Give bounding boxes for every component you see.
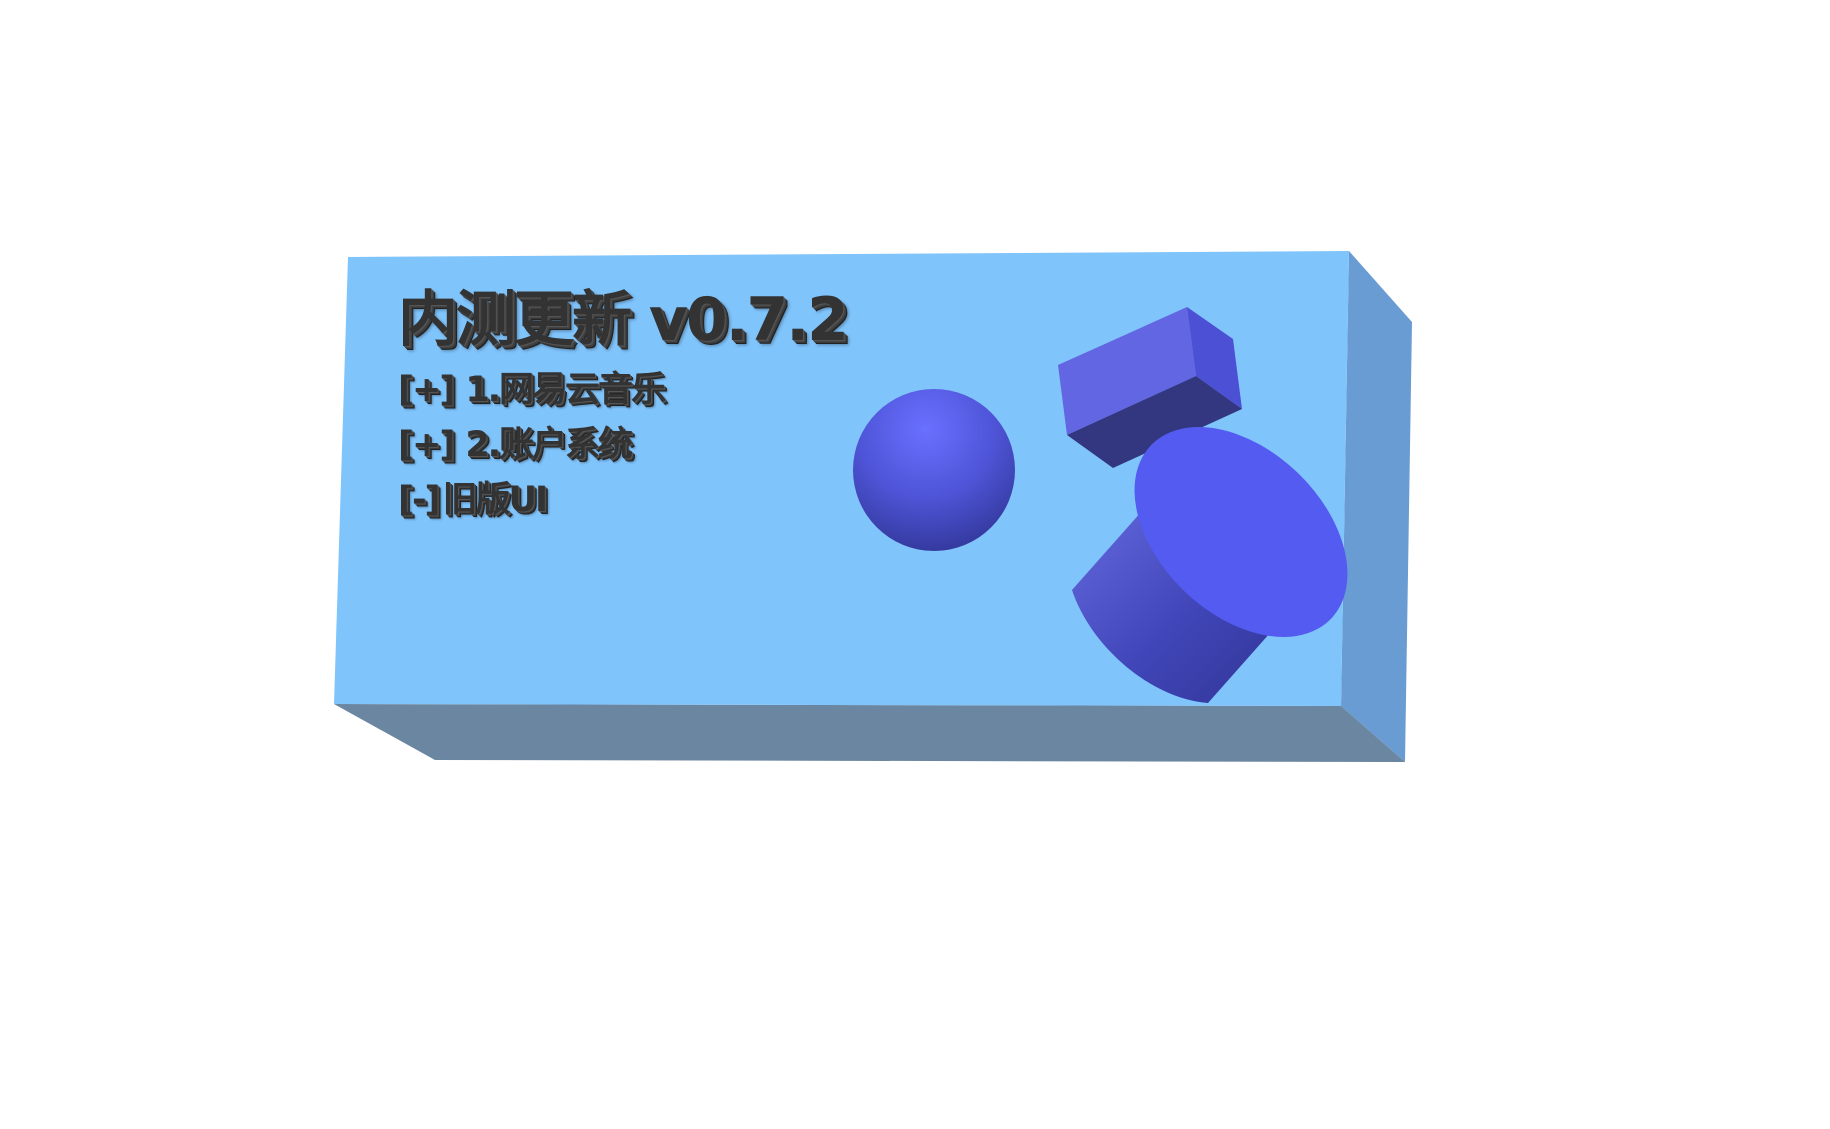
panel-right-side (1341, 251, 1412, 762)
stage: 内测更新 v0.7.2 [+] 1.网易云音乐 [+] 2.账户系统 [-] 旧版UI (0, 0, 1830, 1129)
update-panel: 内测更新 v0.7.2 [+] 1.网易云音乐 [+] 2.账户系统 [-] 旧版UI (398, 285, 849, 536)
expand-toggle: [+] (398, 370, 455, 410)
update-item-label: 旧版UI (442, 480, 548, 520)
panel-title: 内测更新 v0.7.2 (398, 285, 849, 355)
update-item-account-system[interactable]: [+] 2.账户系统 (398, 426, 847, 464)
update-item-netease-music[interactable]: [+] 1.网易云音乐 (398, 371, 847, 409)
update-item-label: 1.网易云音乐 (465, 370, 666, 410)
update-item-legacy-ui[interactable]: [-] 旧版UI (398, 481, 847, 519)
sphere-shape (853, 389, 1015, 551)
scene-3d (334, 251, 1412, 762)
update-item-label: 2.账户系统 (465, 425, 633, 465)
panel-bottom-side (334, 704, 1405, 762)
collapse-toggle: [-] (398, 480, 441, 520)
expand-toggle: [+] (398, 425, 455, 465)
